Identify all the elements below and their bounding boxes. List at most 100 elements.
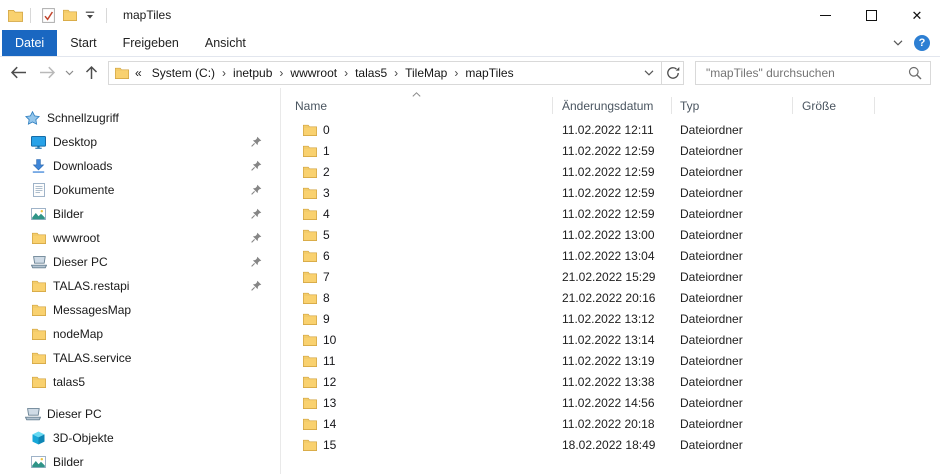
folder-icon	[30, 232, 47, 244]
file-name: 12	[323, 375, 336, 389]
file-row-12[interactable]: 1211.02.2022 13:38Dateiordner	[281, 371, 940, 392]
breadcrumb-wwwroot[interactable]: wwwroot	[284, 66, 343, 80]
folder-icon	[303, 229, 317, 241]
file-type: Dateiordner	[672, 165, 793, 179]
folder-icon	[303, 292, 317, 304]
tab-datei[interactable]: Datei	[2, 30, 57, 56]
tab-freigeben[interactable]: Freigeben	[110, 30, 192, 56]
maximize-button[interactable]	[848, 0, 894, 30]
refresh-button[interactable]	[661, 61, 684, 85]
file-name: 11	[323, 354, 335, 368]
pin-icon	[248, 208, 265, 219]
file-name-cell: 13	[281, 396, 553, 410]
file-row-8[interactable]: 821.02.2022 20:16Dateiordner	[281, 287, 940, 308]
address-bar[interactable]: « System (C:)›inetpub›wwwroot›talas5›Til…	[108, 61, 662, 85]
breadcrumb-tilemap[interactable]: TileMap	[399, 66, 453, 80]
file-name-cell: 2	[281, 165, 553, 179]
file-type: Dateiordner	[672, 312, 793, 326]
magnifier-icon[interactable]	[908, 66, 922, 80]
sidebar-item-label: Dokumente	[53, 183, 114, 197]
sidebar-item-3d-objekte[interactable]: 3D-Objekte	[0, 426, 280, 450]
file-row-5[interactable]: 511.02.2022 13:00Dateiordner	[281, 224, 940, 245]
cube-icon	[30, 431, 47, 445]
sidebar-item-messagesmap[interactable]: MessagesMap	[0, 298, 280, 322]
file-modified: 11.02.2022 13:12	[553, 312, 672, 326]
file-modified: 11.02.2022 13:00	[553, 228, 672, 242]
column-header-type[interactable]: Typ	[672, 92, 793, 119]
sidebar-item-nodemap[interactable]: nodeMap	[0, 322, 280, 346]
pictures-icon	[30, 456, 47, 468]
sidebar-item-talas-service[interactable]: TALAS.service	[0, 346, 280, 370]
folder-icon	[303, 313, 317, 325]
sidebar-item-dokumente[interactable]: Dokumente	[0, 178, 280, 202]
tab-ansicht[interactable]: Ansicht	[192, 30, 259, 56]
breadcrumb-overflow[interactable]: «	[129, 66, 146, 80]
file-type: Dateiordner	[672, 123, 793, 137]
history-chevron-down-icon[interactable]	[65, 70, 74, 76]
sidebar-section-dieser-pc[interactable]: Dieser PC	[0, 402, 280, 426]
sidebar-item-talas-restapi[interactable]: TALAS.restapi	[0, 274, 280, 298]
collapse-ribbon-chevron-icon[interactable]	[893, 40, 903, 46]
close-button[interactable]: ✕	[894, 0, 940, 30]
file-row-6[interactable]: 611.02.2022 13:04Dateiordner	[281, 245, 940, 266]
sidebar-item-desktop[interactable]: Desktop	[0, 130, 280, 154]
file-row-15[interactable]: 1518.02.2022 18:49Dateiordner	[281, 434, 940, 455]
sidebar-item-label: nodeMap	[53, 327, 103, 341]
star-icon	[24, 111, 41, 125]
help-button[interactable]: ?	[914, 35, 930, 51]
new-folder-quick-button[interactable]	[59, 7, 81, 23]
file-name-cell: 8	[281, 291, 553, 305]
file-type: Dateiordner	[672, 207, 793, 221]
file-name: 15	[323, 438, 336, 452]
folder-icon	[303, 271, 317, 283]
up-button[interactable]	[85, 65, 98, 80]
file-row-7[interactable]: 721.02.2022 15:29Dateiordner	[281, 266, 940, 287]
customize-qat-button[interactable]	[81, 9, 99, 22]
breadcrumb-system-c[interactable]: System (C:)	[146, 66, 221, 80]
folder-icon	[303, 187, 317, 199]
ribbon-tab-row: Datei Start Freigeben Ansicht ?	[0, 30, 940, 57]
search-input[interactable]	[698, 66, 908, 80]
file-row-1[interactable]: 111.02.2022 12:59Dateiordner	[281, 140, 940, 161]
forward-button[interactable]	[39, 66, 56, 79]
file-row-13[interactable]: 1311.02.2022 14:56Dateiordner	[281, 392, 940, 413]
breadcrumb-talas5[interactable]: talas5	[349, 66, 393, 80]
file-modified: 11.02.2022 13:38	[553, 375, 672, 389]
downloads-icon	[30, 159, 47, 173]
column-header-name[interactable]: Name	[281, 92, 553, 119]
minimize-button[interactable]	[802, 0, 848, 30]
sidebar-item-label: TALAS.restapi	[53, 279, 129, 293]
file-row-3[interactable]: 311.02.2022 12:59Dateiordner	[281, 182, 940, 203]
file-type: Dateiordner	[672, 354, 793, 368]
sidebar-item-downloads[interactable]: Downloads	[0, 154, 280, 178]
sidebar-item-bilder[interactable]: Bilder	[0, 450, 280, 474]
refresh-icon	[666, 66, 680, 80]
file-modified: 11.02.2022 12:59	[553, 207, 672, 221]
file-row-11[interactable]: 1111.02.2022 13:19Dateiordner	[281, 350, 940, 371]
breadcrumb-inetpub[interactable]: inetpub	[227, 66, 278, 80]
tab-start[interactable]: Start	[57, 30, 109, 56]
file-name: 2	[323, 165, 330, 179]
file-row-4[interactable]: 411.02.2022 12:59Dateiordner	[281, 203, 940, 224]
file-name: 6	[323, 249, 330, 263]
breadcrumb-maptiles[interactable]: mapTiles	[459, 66, 519, 80]
sidebar-item-bilder[interactable]: Bilder	[0, 202, 280, 226]
file-row-0[interactable]: 011.02.2022 12:11Dateiordner	[281, 119, 940, 140]
sidebar-item-wwwroot[interactable]: wwwroot	[0, 226, 280, 250]
file-row-10[interactable]: 1011.02.2022 13:14Dateiordner	[281, 329, 940, 350]
properties-quick-button[interactable]	[38, 6, 59, 25]
file-row-2[interactable]: 211.02.2022 12:59Dateiordner	[281, 161, 940, 182]
ribbon-right-controls: ?	[893, 30, 930, 56]
column-header-size[interactable]: Größe	[793, 92, 875, 119]
column-header-modified[interactable]: Änderungsdatum	[553, 92, 672, 119]
pin-icon	[248, 280, 265, 291]
sidebar-section-schnellzugriff[interactable]: Schnellzugriff	[0, 106, 280, 130]
sidebar-item-talas5[interactable]: talas5	[0, 370, 280, 394]
back-button[interactable]	[10, 66, 27, 79]
file-row-9[interactable]: 911.02.2022 13:12Dateiordner	[281, 308, 940, 329]
folder-icon	[303, 334, 317, 346]
breadcrumb: System (C:)›inetpub›wwwroot›talas5›TileM…	[146, 66, 640, 80]
sidebar-item-dieser-pc[interactable]: Dieser PC	[0, 250, 280, 274]
file-row-14[interactable]: 1411.02.2022 20:18Dateiordner	[281, 413, 940, 434]
address-chevron-down-icon[interactable]	[640, 70, 658, 76]
